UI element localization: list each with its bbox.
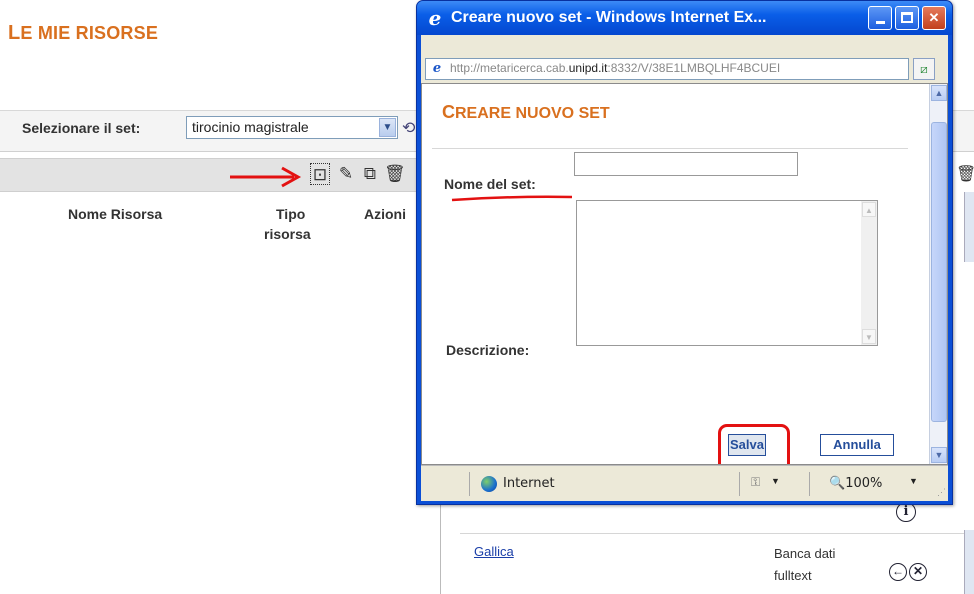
set-select-value: tirocinio magistrale <box>192 119 309 135</box>
divider <box>432 148 908 149</box>
chevron-down-icon[interactable]: ▼ <box>771 476 780 486</box>
scroll-down-icon[interactable]: ▼ <box>931 447 947 463</box>
set-toolbar <box>0 158 420 192</box>
scrollbar[interactable]: ▲ ▼ <box>929 84 947 464</box>
scroll-up-icon[interactable]: ▲ <box>862 202 876 217</box>
delete-set-icon[interactable]: 🗑 <box>384 163 406 185</box>
red-underline-annotation <box>451 195 573 202</box>
resize-grip-icon[interactable]: ⋰ <box>937 487 946 498</box>
scroll-thumb[interactable] <box>931 122 947 422</box>
dialog-content: CREARE NUOVO SET Nome del set: ▲ ▼ Descr… <box>421 83 948 465</box>
security-zone: Internet <box>503 476 555 491</box>
chevron-down-icon[interactable]: ▼ <box>909 476 918 486</box>
minimize-button[interactable] <box>868 6 892 30</box>
resource-link-gallica[interactable]: Gallica <box>474 544 514 559</box>
red-arrow-annotation <box>230 166 302 188</box>
ie-logo-icon: e <box>428 6 442 30</box>
zoom-level[interactable]: 🔍100% <box>829 476 882 491</box>
description-textarea[interactable]: ▲ ▼ <box>576 200 878 346</box>
column-header-type-line1: Tipo <box>276 206 306 222</box>
set-name-input[interactable] <box>574 152 798 176</box>
arrow-left-icon[interactable]: ← <box>889 563 907 581</box>
window-titlebar[interactable]: e Creare nuovo set - Windows Internet Ex… <box>417 1 952 35</box>
maximize-button[interactable] <box>895 6 919 30</box>
status-bar: Internet ⚿ ▼ 🔍100% ▼ ⋰ <box>421 465 948 501</box>
resource-type: Banca dati fulltext <box>774 546 836 583</box>
remove-icon[interactable]: ✕ <box>909 563 927 581</box>
page-title: LE MIE RISORSE <box>8 22 159 44</box>
protected-mode-icon[interactable]: ⚿ <box>751 475 760 490</box>
globe-icon <box>481 476 497 492</box>
address-bar: e http://metaricerca.cab.unipd.it:8332/V… <box>421 35 948 83</box>
cancel-button[interactable]: Annulla <box>820 434 894 456</box>
scrollbar[interactable] <box>964 530 974 594</box>
window-title: Creare nuovo set - Windows Internet Ex..… <box>451 9 767 26</box>
scroll-down-icon[interactable]: ▼ <box>862 329 876 344</box>
scrollbar[interactable] <box>964 192 974 262</box>
close-button[interactable]: ✕ <box>922 6 946 30</box>
scroll-up-icon[interactable]: ▲ <box>931 85 947 101</box>
column-header-name: Nome Risorsa <box>68 206 163 222</box>
compat-view-icon[interactable]: ⧄ <box>913 58 935 80</box>
set-name-label: Nome del set: <box>444 176 536 192</box>
column-header-type-line2: risorsa <box>264 226 311 242</box>
ie-popup-window: e Creare nuovo set - Windows Internet Ex… <box>416 0 953 505</box>
chevron-down-icon[interactable]: ▼ <box>379 118 396 137</box>
description-label: Descrizione: <box>446 342 530 358</box>
edit-set-icon[interactable]: ✎ <box>336 163 356 185</box>
url-field[interactable]: e http://metaricerca.cab.unipd.it:8332/V… <box>425 58 909 80</box>
dialog-title: CREARE NUOVO SET <box>442 102 610 122</box>
page-icon: e <box>432 61 442 76</box>
new-set-icon[interactable]: ⊡ <box>310 163 330 185</box>
save-button[interactable]: Salva <box>728 434 766 456</box>
scrollbar[interactable]: ▲ ▼ <box>861 201 877 345</box>
row-divider <box>460 533 964 534</box>
column-header-actions: Azioni <box>364 206 406 222</box>
copy-set-icon[interactable]: ⧉ <box>360 163 380 185</box>
trash-icon[interactable]: 🗑 <box>956 164 974 184</box>
set-selector-label: Selezionare il set: <box>22 120 141 136</box>
refresh-icon[interactable]: ⟲ <box>402 118 415 138</box>
set-select[interactable]: tirocinio magistrale ▼ <box>186 116 398 139</box>
info-icon[interactable]: i <box>896 502 916 522</box>
